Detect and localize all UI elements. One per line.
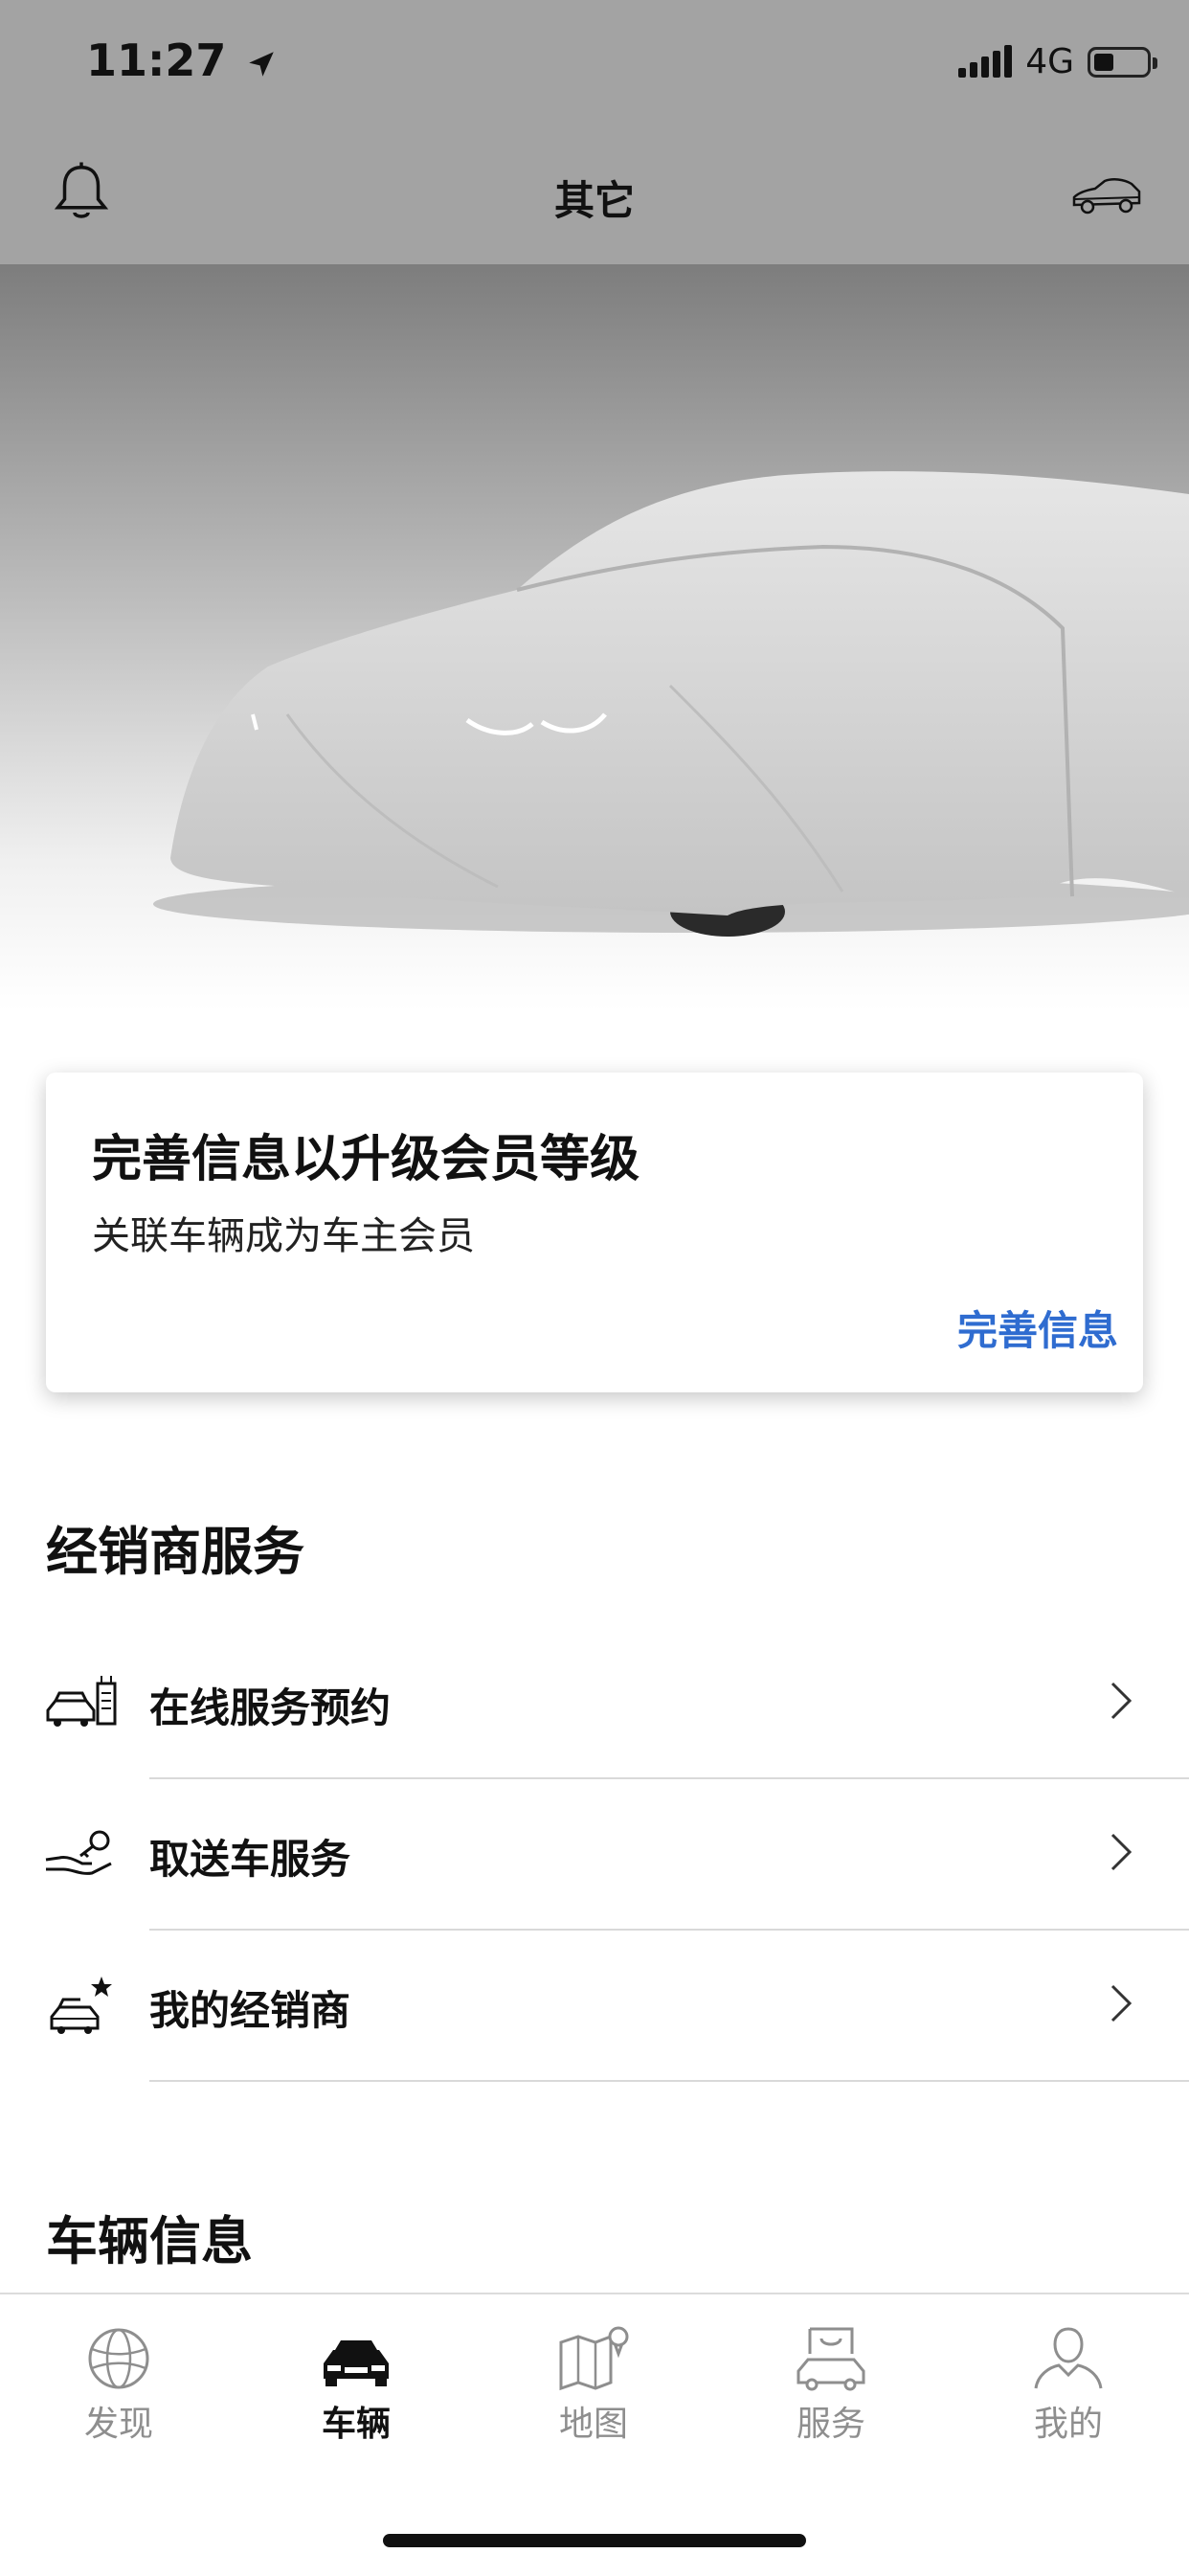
tab-services[interactable]: 服务 xyxy=(735,2325,927,2446)
membership-card: 完善信息以升级会员等级 关联车辆成为车主会员 完善信息 xyxy=(46,1073,1143,1392)
tab-label: 发现 xyxy=(83,2405,153,2444)
home-indicator[interactable] xyxy=(383,2534,806,2547)
tab-label: 地图 xyxy=(558,2405,628,2444)
car-calendar-icon xyxy=(46,1676,117,1727)
tab-map[interactable]: 地图 xyxy=(498,2325,689,2446)
list-item-online-booking[interactable]: 在线服务预约 xyxy=(0,1628,1189,1779)
status-indicators: 4G xyxy=(958,42,1157,81)
shopping-car-icon xyxy=(796,2327,865,2391)
tab-label: 车辆 xyxy=(321,2405,391,2444)
status-time: 11:27 xyxy=(86,34,278,86)
person-icon xyxy=(1034,2327,1103,2389)
list-item-label: 取送车服务 xyxy=(149,1836,351,1883)
covered-car-illustration xyxy=(153,471,1189,937)
tab-discover[interactable]: 发现 xyxy=(23,2325,214,2446)
hand-key-icon xyxy=(45,1830,112,1875)
signal-icon xyxy=(958,44,1013,78)
location-arrow-icon xyxy=(249,51,275,77)
page-title: 其它 xyxy=(553,177,635,224)
car-switch-icon[interactable] xyxy=(1070,170,1143,218)
tab-label: 我的 xyxy=(1033,2405,1103,2444)
vehicle-section-title: 车辆信息 xyxy=(46,2211,253,2271)
card-title: 完善信息以升级会员等级 xyxy=(92,1131,640,1188)
hero-car-image xyxy=(0,264,1189,1011)
card-subtitle: 关联车辆成为车主会员 xyxy=(92,1214,475,1258)
list-item-pickup-delivery[interactable]: 取送车服务 xyxy=(0,1779,1189,1931)
battery-icon xyxy=(1088,46,1157,78)
list-item-label: 在线服务预约 xyxy=(149,1684,392,1731)
list-item-label: 我的经销商 xyxy=(149,1987,351,2034)
chevron-right-icon xyxy=(1110,1984,1133,2022)
divider xyxy=(149,2080,1189,2082)
car-star-icon xyxy=(50,1977,112,2034)
list-item-my-dealer[interactable]: 我的经销商 xyxy=(0,1931,1189,2082)
status-time-text: 11:27 xyxy=(86,34,227,86)
tab-label: 服务 xyxy=(796,2405,865,2444)
globe-icon xyxy=(88,2328,149,2389)
complete-info-link[interactable]: 完善信息 xyxy=(957,1299,1118,1357)
tab-me[interactable]: 我的 xyxy=(973,2325,1164,2446)
car-icon xyxy=(324,2340,389,2386)
chevron-right-icon xyxy=(1110,1682,1133,1720)
tab-vehicle[interactable]: 车辆 xyxy=(260,2325,452,2446)
dealer-section-title: 经销商服务 xyxy=(46,1522,304,1582)
map-icon xyxy=(559,2326,629,2391)
network-label: 4G xyxy=(1025,42,1074,81)
chevron-right-icon xyxy=(1110,1833,1133,1871)
